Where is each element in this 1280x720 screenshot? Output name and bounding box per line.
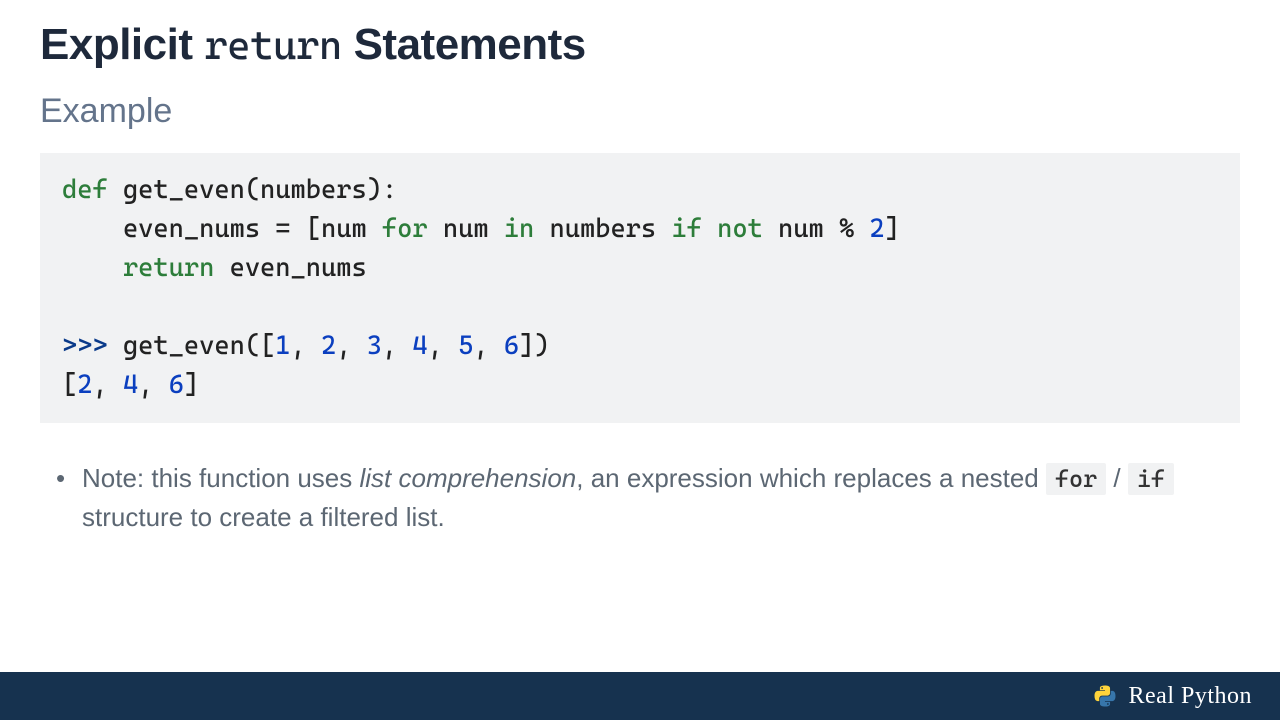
kw-def: def <box>62 175 108 205</box>
python-logo-icon <box>1093 684 1117 708</box>
title-keyword: return <box>204 23 342 69</box>
code-text: get_even([ <box>123 331 275 361</box>
slide: Explicit return Statements Example def g… <box>0 0 1280 720</box>
note-text: structure to create a filtered list. <box>82 502 445 532</box>
code-text: ] <box>885 214 900 244</box>
note-text: / <box>1106 463 1128 493</box>
code-text: numbers <box>534 214 671 244</box>
code-text: even_nums = [num <box>62 214 382 244</box>
num-literal: 4 <box>123 370 138 400</box>
num-literal: 2 <box>77 370 92 400</box>
page-title: Explicit return Statements <box>40 20 1240 70</box>
code-text: , <box>428 331 458 361</box>
subheading: Example <box>40 92 1240 131</box>
code-text: , <box>92 370 122 400</box>
code-text: ]) <box>519 331 549 361</box>
note-text: Note: this function uses <box>82 463 359 493</box>
code-text: , <box>382 331 412 361</box>
note-item: Note: this function uses list comprehens… <box>82 459 1240 537</box>
num-literal: 2 <box>869 214 884 244</box>
note-list: Note: this function uses list comprehens… <box>40 459 1240 537</box>
kw-in: in <box>504 214 534 244</box>
title-part1: Explicit <box>40 20 204 69</box>
num-literal: 4 <box>412 331 427 361</box>
code-text: even_nums <box>214 253 366 283</box>
code-text: , <box>138 370 168 400</box>
note-text: , an expression which replaces a nested <box>576 463 1046 493</box>
code-text: ] <box>184 370 199 400</box>
code-text: , <box>291 331 321 361</box>
kw-not: not <box>717 214 763 244</box>
note-emphasis: list comprehension <box>359 463 576 493</box>
title-part2: Statements <box>342 20 586 69</box>
num-literal: 6 <box>169 370 184 400</box>
brand-name: Real Python <box>1129 683 1253 710</box>
footer-bar: Real Python <box>0 672 1280 720</box>
kw-return: return <box>123 253 214 283</box>
code-text: num <box>428 214 504 244</box>
num-literal: 6 <box>504 331 519 361</box>
num-literal: 2 <box>321 331 336 361</box>
code-text: [ <box>62 370 77 400</box>
kw-if: if <box>671 214 701 244</box>
num-literal: 1 <box>275 331 290 361</box>
kw-for: for <box>382 214 428 244</box>
code-block: def get_even(numbers): even_nums = [num … <box>40 153 1240 423</box>
repl-prompt: >>> <box>62 331 123 361</box>
num-literal: 5 <box>458 331 473 361</box>
code-text: , <box>473 331 503 361</box>
num-literal: 3 <box>367 331 382 361</box>
code-text: num % <box>763 214 870 244</box>
inline-code: if <box>1128 463 1174 495</box>
code-text <box>702 214 717 244</box>
slide-content: Explicit return Statements Example def g… <box>0 0 1280 672</box>
code-text: , <box>336 331 366 361</box>
code-text: get_even(numbers): <box>108 175 397 205</box>
inline-code: for <box>1046 463 1106 495</box>
code-text <box>62 253 123 283</box>
